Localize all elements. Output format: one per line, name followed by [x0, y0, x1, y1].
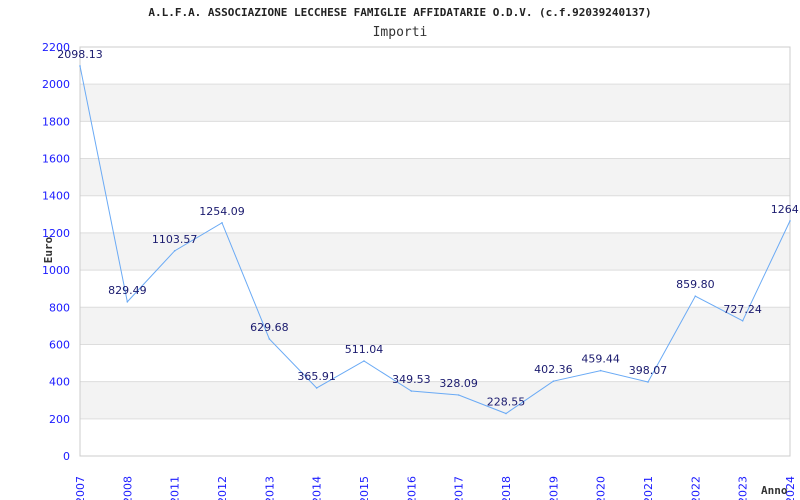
x-tick-label: 2019	[547, 476, 560, 500]
data-point	[315, 387, 318, 389]
y-tick-label: 200	[49, 413, 70, 426]
data-point	[741, 319, 744, 322]
data-point	[552, 380, 555, 382]
data-point	[599, 369, 602, 372]
data-point	[126, 300, 129, 303]
data-label: 228.55	[487, 396, 526, 409]
x-tick-label: 2013	[263, 476, 276, 500]
x-tick-label: 2022	[689, 476, 702, 500]
grid-band	[80, 84, 790, 122]
data-label: 365.91	[297, 370, 336, 383]
grid-band	[80, 381, 790, 419]
data-point	[505, 412, 507, 415]
data-label: 727.24	[723, 303, 762, 316]
data-label: 1264.6	[771, 203, 800, 216]
x-tick-label: 2014	[311, 476, 324, 500]
data-point	[363, 360, 365, 362]
data-label: 328.09	[439, 377, 478, 390]
x-tick-label: 2017	[453, 476, 466, 500]
x-tick-label: 2023	[737, 476, 750, 500]
y-tick-label: 400	[49, 376, 70, 389]
x-tick-label: 2007	[74, 476, 87, 500]
data-point	[457, 394, 460, 396]
data-label: 1103.57	[152, 233, 198, 246]
x-tick-label: 2015	[358, 476, 371, 500]
x-tick-label: 2011	[169, 476, 182, 500]
data-label: 2098.13	[57, 48, 103, 61]
data-point	[221, 222, 223, 224]
data-point	[694, 295, 697, 297]
line-chart: 0200400600800100012001400160018002000220…	[42, 41, 800, 500]
grid-band	[80, 307, 790, 345]
data-label: 829.49	[108, 284, 147, 297]
data-point	[410, 390, 413, 392]
y-tick-label: 1400	[42, 190, 70, 203]
x-tick-label: 2016	[405, 476, 418, 500]
y-tick-label: 2000	[42, 78, 70, 91]
x-axis-label: Anno	[761, 484, 788, 497]
data-point	[173, 250, 176, 252]
data-label: 629.68	[250, 321, 289, 334]
y-tick-label: 0	[63, 450, 70, 463]
x-tick-label: 2018	[500, 476, 513, 500]
x-tick-label: 2020	[595, 476, 608, 500]
data-point	[79, 65, 81, 67]
data-label: 349.53	[392, 373, 431, 386]
data-label: 398.07	[629, 364, 668, 377]
x-tick-label: 2008	[121, 476, 134, 500]
y-tick-label: 1800	[42, 115, 70, 128]
data-label: 402.36	[534, 363, 573, 376]
data-point	[268, 338, 271, 340]
x-tick-label: 2021	[642, 476, 655, 500]
y-tick-label: 1000	[42, 264, 70, 277]
data-label: 459.44	[581, 353, 620, 366]
data-point	[789, 220, 791, 222]
data-label: 1254.09	[199, 205, 245, 218]
data-label: 859.80	[676, 278, 715, 291]
x-tick-label: 2012	[216, 476, 229, 500]
y-tick-label: 600	[49, 338, 70, 351]
y-tick-label: 1600	[42, 153, 70, 166]
data-label: 511.04	[345, 343, 384, 356]
data-point	[647, 381, 649, 383]
y-axis-label: Euro	[42, 236, 55, 263]
grid-band	[80, 158, 790, 196]
y-tick-label: 800	[49, 301, 70, 314]
